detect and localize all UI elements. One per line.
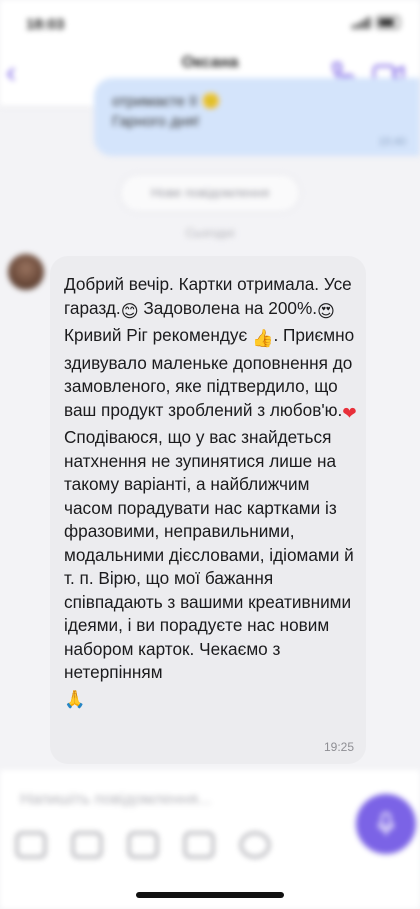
incoming-message-text: Добрий вечір. Картки отримала. Усе гараз… <box>64 273 362 712</box>
new-message-chip[interactable]: Нове повідомлення <box>120 174 300 212</box>
message-input[interactable] <box>18 786 322 814</box>
status-icons <box>352 16 400 29</box>
message-text-part: Задоволена на 200%. <box>138 297 318 318</box>
contact-name[interactable]: Оксана <box>0 54 420 72</box>
chat-screen: 18:03 ‹ Оксана В мережі отримаєте її 🙂 Г… <box>0 0 420 909</box>
voice-message-button[interactable] <box>356 794 416 854</box>
gallery-icon[interactable] <box>72 832 102 858</box>
outgoing-message-bubble[interactable]: отримаєте її 🙂 Гарного дня! 15:40 <box>94 78 420 156</box>
signal-icon <box>352 16 370 29</box>
thumbs-up-emoji: 👍 <box>252 329 274 349</box>
date-separator: Сьогодні <box>185 226 235 240</box>
avatar[interactable] <box>8 254 44 290</box>
battery-icon <box>376 16 400 29</box>
outgoing-message-text: отримаєте її 🙂 Гарного дня! <box>112 93 221 130</box>
incoming-message-bubble[interactable]: Добрий вечір. Картки отримала. Усе гараз… <box>50 256 366 764</box>
sticker-icon[interactable] <box>16 832 46 858</box>
home-indicator <box>136 892 284 898</box>
heart-emoji: ❤ <box>342 403 357 424</box>
heart-eyes-emoji: 😍 <box>317 301 335 322</box>
incoming-message-time: 19:25 <box>323 740 354 754</box>
camera-icon[interactable] <box>128 832 158 858</box>
smile-emoji: 😊 <box>120 301 139 322</box>
status-time: 18:03 <box>26 16 65 33</box>
pray-emoji: 🙏 <box>64 689 86 710</box>
composer-bar <box>0 770 420 909</box>
status-bar: 18:03 <box>0 0 420 44</box>
outgoing-message-time: 15:40 <box>378 136 406 148</box>
microphone-icon <box>378 812 394 835</box>
message-text-part: Кривий Ріг рекомендує <box>64 325 253 345</box>
more-icon[interactable] <box>240 832 270 858</box>
gif-icon[interactable] <box>184 832 214 858</box>
composer-toolbar <box>16 832 270 858</box>
message-text-part: Сподіваюся, що у вас знайдеться натхненн… <box>64 427 354 682</box>
